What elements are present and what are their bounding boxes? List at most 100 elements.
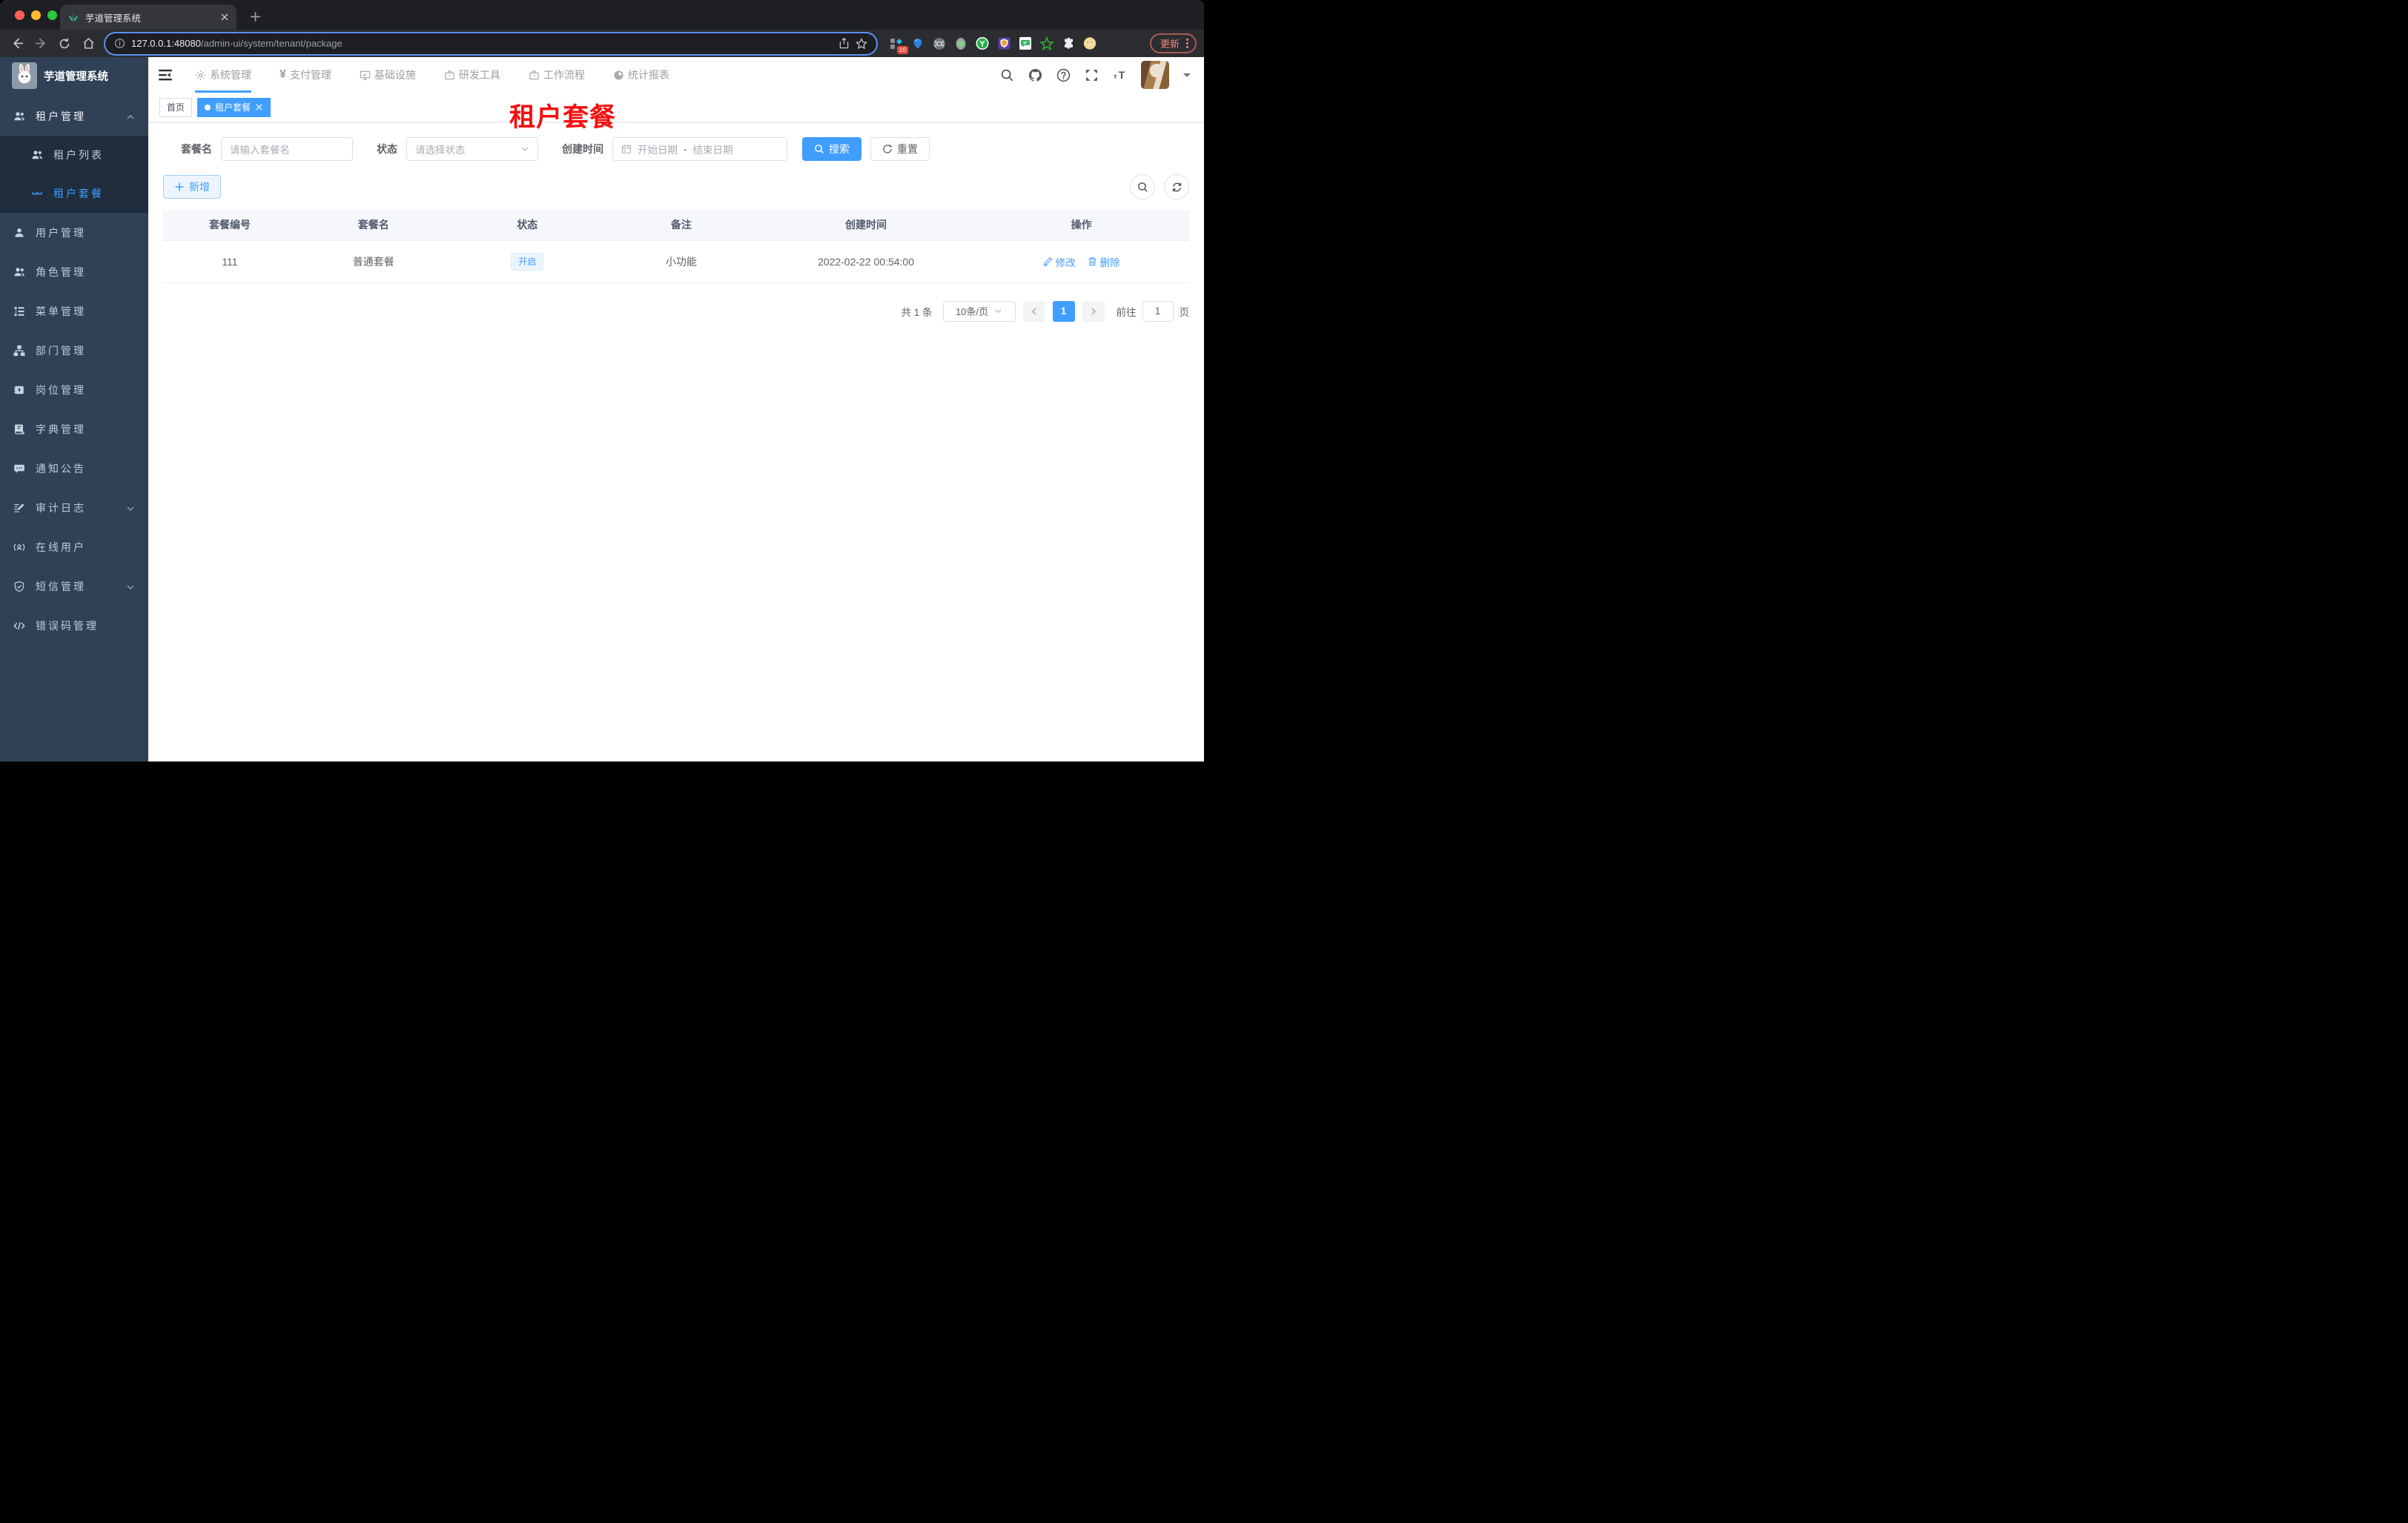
sidebar: 芋道管理系统 租户管理 租户列表 租户套餐 用户管理 角色管理 菜单管理 部门管… bbox=[0, 57, 148, 762]
sidebar-item-menu-management[interactable]: 菜单管理 bbox=[0, 291, 148, 331]
delete-link[interactable]: 删除 bbox=[1088, 254, 1120, 269]
sidebar-item-label: 租户管理 bbox=[36, 110, 86, 122]
ext-star-icon[interactable] bbox=[1040, 36, 1054, 50]
date-range-picker[interactable]: 开始日期 - 结束日期 bbox=[612, 137, 787, 161]
close-window-button[interactable] bbox=[15, 10, 24, 20]
browser-update-button[interactable]: 更新 bbox=[1149, 33, 1197, 53]
reload-icon[interactable] bbox=[55, 34, 74, 53]
status-badge[interactable]: 开启 bbox=[511, 252, 544, 271]
ext-command-icon[interactable] bbox=[933, 37, 946, 50]
page-number-button[interactable]: 1 bbox=[1052, 300, 1075, 322]
chevron-down-icon bbox=[994, 307, 1002, 315]
add-button[interactable]: 新增 bbox=[163, 175, 221, 199]
package-table: 套餐编号 套餐名 状态 备注 创建时间 操作 111 普通套餐 开启 小功能 2… bbox=[163, 210, 1189, 283]
sidebar-item-tenant-list[interactable]: 租户列表 bbox=[0, 136, 148, 174]
sidebar-item-online-user[interactable]: 在线用户 bbox=[0, 527, 148, 566]
page-size-select[interactable]: 10条/页 bbox=[942, 300, 1016, 322]
name-label: 套餐名 bbox=[181, 143, 212, 155]
chevron-down-icon bbox=[126, 503, 135, 512]
ext-record-icon[interactable] bbox=[954, 37, 968, 50]
ext-balloon-icon[interactable] bbox=[911, 37, 924, 50]
browser-menu-icon[interactable] bbox=[1186, 39, 1188, 48]
ext-emoji-icon[interactable] bbox=[1083, 37, 1096, 50]
package-name-input[interactable]: 请输入套餐名 bbox=[221, 137, 353, 161]
ext-shield-icon[interactable] bbox=[997, 37, 1010, 50]
tab-close-icon[interactable] bbox=[220, 13, 229, 22]
sidebar-item-user-management[interactable]: 用户管理 bbox=[0, 213, 148, 252]
ext-tabs-icon[interactable]: 10 bbox=[890, 37, 908, 54]
page-size-value: 10条/页 bbox=[955, 306, 989, 317]
sidebar-item-sms-management[interactable]: 短信管理 bbox=[0, 566, 148, 606]
home-icon[interactable] bbox=[79, 34, 98, 53]
sidebar-item-label: 岗位管理 bbox=[36, 383, 86, 396]
avatar[interactable] bbox=[1141, 61, 1169, 89]
tab-statistics-report[interactable]: 统计报表 bbox=[599, 57, 684, 93]
next-page-button[interactable] bbox=[1082, 300, 1105, 322]
tag-tenant-package[interactable]: 租户套餐 bbox=[197, 97, 271, 117]
bookmark-star-icon[interactable] bbox=[856, 37, 867, 50]
reset-button[interactable]: 重置 bbox=[870, 137, 930, 161]
caret-down-icon[interactable] bbox=[1183, 73, 1191, 81]
forward-icon[interactable] bbox=[31, 34, 50, 53]
filter-name-group: 套餐名 请输入套餐名 bbox=[181, 137, 353, 161]
input-placeholder: 请输入套餐名 bbox=[230, 145, 290, 156]
tag-close-icon[interactable] bbox=[255, 103, 263, 111]
sidebar-item-audit-log[interactable]: 审计日志 bbox=[0, 488, 148, 527]
ext-chat-icon[interactable] bbox=[1019, 37, 1032, 50]
zoom-window-button[interactable] bbox=[47, 10, 57, 20]
chevron-up-icon bbox=[126, 112, 135, 121]
url-bar[interactable]: 127.0.0.1:48080/admin-ui/system/tenant/p… bbox=[105, 33, 876, 54]
chevron-left-icon bbox=[1030, 307, 1039, 316]
sidebar-item-error-code[interactable]: 错误码管理 bbox=[0, 606, 148, 645]
cell-package-name: 普通套餐 bbox=[296, 240, 451, 283]
github-icon[interactable] bbox=[1028, 68, 1042, 82]
tag-home[interactable]: 首页 bbox=[159, 97, 193, 117]
total-count: 共 1 条 bbox=[901, 306, 933, 318]
delete-label: 删除 bbox=[1099, 257, 1120, 268]
goto-page-input[interactable]: 1 bbox=[1142, 300, 1174, 322]
browser-tab[interactable]: 芋道管理系统 bbox=[60, 4, 236, 30]
tab-title: 芋道管理系统 bbox=[85, 13, 142, 24]
cell-status: 开启 bbox=[450, 240, 605, 283]
fullscreen-icon[interactable] bbox=[1085, 68, 1099, 82]
refresh-table-button[interactable] bbox=[1164, 174, 1189, 199]
status-select[interactable]: 请选择状态 bbox=[406, 137, 538, 161]
table-row: 111 普通套餐 开启 小功能 2022-02-22 00:54:00 修改 删… bbox=[163, 240, 1189, 283]
tab-system-management[interactable]: 系统管理 bbox=[181, 57, 265, 93]
edit-link[interactable]: 修改 bbox=[1043, 254, 1076, 269]
tab-infrastructure[interactable]: 基础设施 bbox=[345, 57, 430, 93]
tab-dev-tools[interactable]: 研发工具 bbox=[430, 57, 515, 93]
sidebar-item-role-management[interactable]: 角色管理 bbox=[0, 252, 148, 291]
new-tab-button[interactable] bbox=[247, 8, 263, 24]
font-size-icon[interactable]: тT bbox=[1113, 68, 1127, 82]
sidebar-item-post-management[interactable]: 岗位管理 bbox=[0, 370, 148, 409]
sidebar-item-tenant-package[interactable]: 租户套餐 bbox=[0, 174, 148, 213]
sidebar-item-notice[interactable]: 通知公告 bbox=[0, 449, 148, 488]
sidebar-collapse-icon[interactable] bbox=[157, 67, 173, 83]
ext-puzzle-icon[interactable] bbox=[1062, 37, 1075, 50]
update-label: 更新 bbox=[1160, 39, 1180, 50]
cell-package-id: 111 bbox=[163, 240, 297, 283]
toggle-search-button[interactable] bbox=[1130, 174, 1155, 199]
org-tree-icon bbox=[13, 345, 25, 357]
back-icon[interactable] bbox=[7, 34, 27, 53]
date-separator: - bbox=[684, 143, 687, 155]
chevron-down-icon bbox=[126, 582, 135, 591]
top-nav: 系统管理 ¥ 支付管理 基础设施 研发工具 工作流程 统计报表 bbox=[181, 57, 684, 93]
sidebar-item-dept-management[interactable]: 部门管理 bbox=[0, 331, 148, 370]
site-info-icon[interactable] bbox=[114, 38, 125, 49]
share-icon[interactable] bbox=[838, 37, 850, 49]
ext-y-icon[interactable] bbox=[976, 36, 989, 50]
dashboard-icon bbox=[613, 70, 624, 81]
sidebar-item-dict-management[interactable]: 字典管理 bbox=[0, 409, 148, 449]
minimize-window-button[interactable] bbox=[31, 10, 41, 20]
search-icon[interactable] bbox=[1000, 68, 1014, 82]
prev-page-button[interactable] bbox=[1022, 300, 1045, 322]
help-icon[interactable] bbox=[1056, 68, 1071, 82]
tab-workflow[interactable]: 工作流程 bbox=[515, 57, 599, 93]
search-button[interactable]: 搜索 bbox=[802, 137, 861, 161]
sidebar-item-tenant-management[interactable]: 租户管理 bbox=[0, 96, 148, 136]
tab-payment-management[interactable]: ¥ 支付管理 bbox=[265, 57, 345, 93]
url-text[interactable]: 127.0.0.1:48080/admin-ui/system/tenant/p… bbox=[131, 38, 833, 49]
svg-text:т: т bbox=[1114, 73, 1117, 81]
